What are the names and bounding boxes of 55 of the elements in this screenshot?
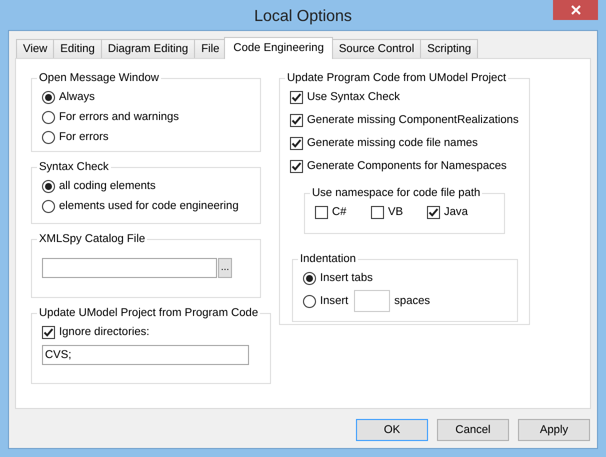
tab[interactable]: File xyxy=(194,39,226,58)
group-title: Update Program Code from UModel Project xyxy=(286,72,508,84)
group-title: XMLSpy Catalog File xyxy=(38,233,146,245)
group-title: Open Message Window xyxy=(38,72,160,84)
dialog-button[interactable]: Apply xyxy=(518,419,590,441)
dialog-button[interactable]: OK xyxy=(356,419,428,441)
tab[interactable]: Source Control xyxy=(332,39,422,58)
browse-button[interactable]: ... xyxy=(218,258,232,278)
group-title: Syntax Check xyxy=(38,161,110,173)
spaces-field[interactable] xyxy=(354,290,390,312)
checkbox-indicator[interactable] xyxy=(290,160,303,172)
checkbox-indicator[interactable] xyxy=(290,114,303,126)
tab[interactable]: Editing xyxy=(53,39,102,58)
checkbox-indicator[interactable] xyxy=(290,90,303,104)
radio-option[interactable]: Insert xyxy=(303,294,348,308)
close-icon xyxy=(570,5,580,15)
checkbox-option[interactable]: C# xyxy=(315,206,346,218)
radio-option[interactable]: Always xyxy=(42,90,95,104)
checkbox-option[interactable]: Ignore directories: xyxy=(42,326,150,338)
checkbox-indicator[interactable] xyxy=(427,206,440,218)
radio-indicator[interactable] xyxy=(303,272,316,284)
group-title: Indentation xyxy=(299,253,357,265)
tab[interactable]: View xyxy=(16,39,54,58)
tab[interactable]: Scripting xyxy=(420,39,478,58)
directories-field[interactable]: CVS; xyxy=(42,345,249,365)
radio-indicator[interactable] xyxy=(42,180,55,192)
checkbox-option[interactable]: Java xyxy=(427,206,468,218)
radio-indicator[interactable] xyxy=(42,200,55,212)
radio-indicator[interactable] xyxy=(303,294,316,308)
dialog-button[interactable]: Cancel xyxy=(437,419,509,441)
checkbox-indicator[interactable] xyxy=(315,206,328,218)
checkbox-indicator[interactable] xyxy=(42,326,55,338)
group-title: Update UModel Project from Program Code xyxy=(38,307,260,319)
checkbox-option[interactable]: Use Syntax Check xyxy=(290,90,400,104)
close-button[interactable] xyxy=(553,0,598,20)
radio-option[interactable]: all coding elements xyxy=(42,180,156,192)
checkbox-option[interactable]: VB xyxy=(371,206,404,218)
tab[interactable]: Code Engineering xyxy=(224,37,333,59)
spaces-label: spaces xyxy=(394,295,430,307)
radio-option[interactable]: For errors xyxy=(42,130,109,144)
window-title: Local Options xyxy=(254,8,352,26)
catalog-file-field[interactable] xyxy=(42,258,217,278)
checkbox-option[interactable]: Generate missing ComponentRealizations xyxy=(290,114,519,126)
checkbox-option[interactable]: Generate Components for Namespaces xyxy=(290,160,507,172)
checkbox-indicator[interactable] xyxy=(290,136,303,150)
radio-indicator[interactable] xyxy=(42,130,55,144)
radio-option[interactable]: elements used for code engineering xyxy=(42,200,239,212)
radio-option[interactable]: For errors and warnings xyxy=(42,110,179,124)
tab[interactable]: Diagram Editing xyxy=(100,39,196,58)
group-title: Use namespace for code file path xyxy=(311,187,482,199)
radio-indicator[interactable] xyxy=(42,90,55,104)
checkbox-indicator[interactable] xyxy=(371,206,384,218)
checkbox-option[interactable]: Generate missing code file names xyxy=(290,136,478,150)
radio-indicator[interactable] xyxy=(42,110,55,124)
radio-option[interactable]: Insert tabs xyxy=(303,272,373,284)
